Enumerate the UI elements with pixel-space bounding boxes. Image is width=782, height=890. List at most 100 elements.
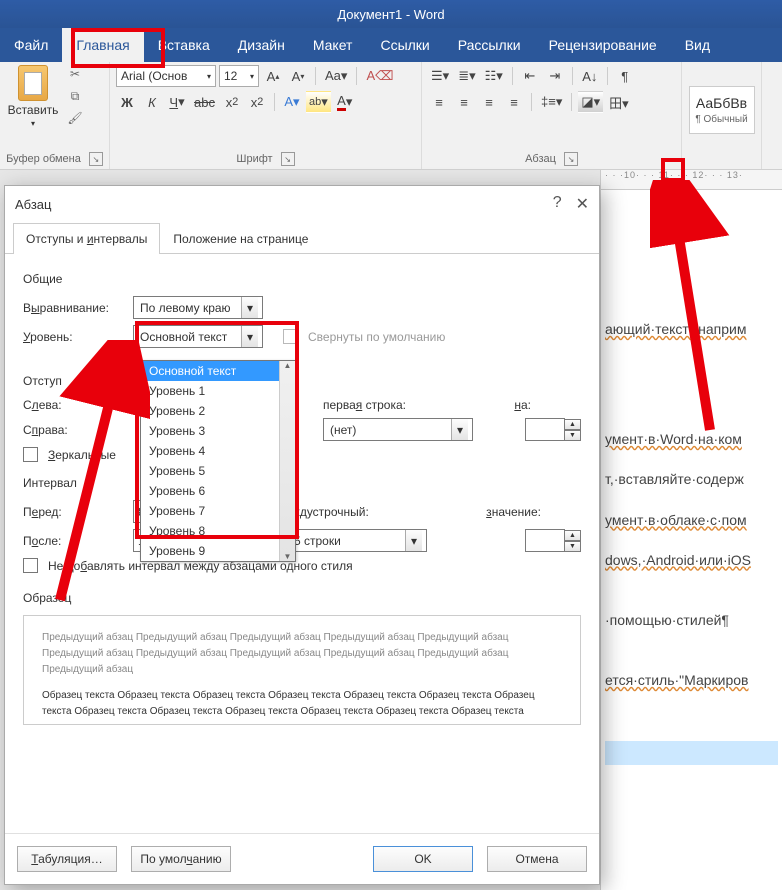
- dropdown-option[interactable]: Уровень 9: [141, 541, 295, 561]
- chevron-down-icon: ▾: [241, 297, 258, 318]
- align-center-icon[interactable]: ≡: [453, 91, 475, 113]
- section-spacing: Интервал: [23, 476, 581, 490]
- paste-button[interactable]: Вставить ▾: [6, 65, 60, 128]
- tab-mailings[interactable]: Рассылки: [444, 28, 535, 62]
- increase-indent-icon[interactable]: ⇥: [544, 65, 566, 87]
- group-paragraph: ☰▾ ≣▾ ☷▾ ⇤ ⇥ A↓ ¶ ≡ ≡ ≡ ≡ ‡≡▾ ◪▾ 田▾: [422, 62, 682, 169]
- by-spinner[interactable]: ▲▼: [525, 418, 581, 441]
- multilevel-icon[interactable]: ☷▾: [482, 65, 506, 87]
- decrease-indent-icon[interactable]: ⇤: [519, 65, 541, 87]
- ok-button[interactable]: OK: [373, 846, 473, 872]
- preview-box: Предыдущий абзац Предыдущий абзац Предыд…: [23, 615, 581, 725]
- tab-view[interactable]: Вид: [671, 28, 724, 62]
- sort-icon[interactable]: A↓: [579, 65, 601, 87]
- dropdown-option[interactable]: Уровень 5: [141, 461, 295, 481]
- close-button[interactable]: ✕: [576, 194, 589, 214]
- subscript-icon[interactable]: x2: [221, 91, 243, 113]
- line-value-spinner[interactable]: ▲▼: [525, 529, 581, 552]
- chevron-down-icon: ▾: [451, 419, 468, 440]
- document-text: ающий·текст·(наприм умент·в·Word·на·ком …: [601, 190, 782, 775]
- tab-layout[interactable]: Макет: [299, 28, 367, 62]
- cancel-button[interactable]: Отмена: [487, 846, 587, 872]
- justify-icon[interactable]: ≡: [503, 91, 525, 113]
- spinner-down-icon[interactable]: ▼: [565, 430, 581, 441]
- document-area[interactable]: · · ·10· · · 11· · · 12· · · 13· ающий·т…: [600, 170, 782, 890]
- after-label: После:: [23, 534, 123, 548]
- collapsed-label: Свернуты по умолчанию: [308, 330, 445, 344]
- section-general: Общие: [23, 272, 581, 286]
- level-select[interactable]: Основной текст ▾: [133, 325, 263, 348]
- dialog-tab-indents[interactable]: Отступы и интервалы: [13, 223, 160, 254]
- level-dropdown[interactable]: Основной текст Уровень 1 Уровень 2 Урове…: [140, 360, 296, 562]
- dropdown-option[interactable]: Уровень 1: [141, 381, 295, 401]
- font-dialog-launcher[interactable]: ↘: [281, 152, 295, 166]
- dropdown-option[interactable]: Основной текст: [141, 361, 295, 381]
- dialog-tab-position[interactable]: Положение на странице: [160, 223, 321, 254]
- tab-file[interactable]: Файл: [0, 28, 62, 62]
- mirror-checkbox[interactable]: [23, 447, 38, 462]
- format-painter-icon[interactable]: 🖌: [66, 109, 84, 127]
- line-spacing-select[interactable]: 1,5 строки ▾: [277, 529, 427, 552]
- dropdown-option[interactable]: Уровень 3: [141, 421, 295, 441]
- tab-references[interactable]: Ссылки: [366, 28, 443, 62]
- right-label: Справа:: [23, 423, 123, 437]
- default-button[interactable]: По умолчанию: [131, 846, 231, 872]
- paragraph-dialog-launcher[interactable]: ↘: [564, 152, 578, 166]
- value-label: значение:: [486, 505, 541, 519]
- strikethrough-icon[interactable]: abc: [191, 91, 218, 113]
- tabs-button[interactable]: Табуляция…: [17, 846, 117, 872]
- text-effects-icon[interactable]: A▾: [281, 91, 303, 113]
- italic-icon[interactable]: К: [141, 91, 163, 113]
- clear-formatting-icon[interactable]: A⌫: [363, 65, 396, 87]
- section-preview: Образец: [23, 591, 581, 605]
- firstline-select[interactable]: (нет) ▾: [323, 418, 473, 441]
- tab-insert[interactable]: Вставка: [144, 28, 224, 62]
- font-color-icon[interactable]: A▾: [334, 91, 356, 113]
- align-left-icon[interactable]: ≡: [428, 91, 450, 113]
- before-label: Перед:: [23, 505, 123, 519]
- font-size-select[interactable]: 12▾: [219, 65, 259, 87]
- change-case-icon[interactable]: Aa▾: [322, 65, 350, 87]
- tab-design[interactable]: Дизайн: [224, 28, 299, 62]
- group-clipboard: Вставить ▾ ✂ ⧉ 🖌 Буфер обмена ↘: [0, 62, 110, 169]
- spinner-up-icon[interactable]: ▲: [565, 419, 581, 430]
- dropdown-option[interactable]: Уровень 4: [141, 441, 295, 461]
- cut-icon[interactable]: ✂: [66, 65, 84, 83]
- underline-icon[interactable]: Ч▾: [166, 91, 188, 113]
- group-styles: АаБбВв ¶ Обычный: [682, 62, 762, 169]
- shading-icon[interactable]: ◪▾: [578, 91, 603, 113]
- font-name-select[interactable]: Arial (Основ▾: [116, 65, 216, 87]
- dropdown-option[interactable]: Уровень 2: [141, 401, 295, 421]
- no-space-checkbox[interactable]: [23, 558, 38, 573]
- ruler[interactable]: · · ·10· · · 11· · · 12· · · 13·: [601, 170, 782, 190]
- spinner-up-icon[interactable]: ▲: [565, 530, 581, 541]
- borders-icon[interactable]: 田▾: [606, 91, 632, 113]
- clipboard-dialog-launcher[interactable]: ↘: [89, 152, 103, 166]
- dropdown-option[interactable]: Уровень 8: [141, 521, 295, 541]
- show-marks-icon[interactable]: ¶: [614, 65, 636, 87]
- help-button[interactable]: ?: [553, 194, 562, 214]
- spinner-down-icon[interactable]: ▼: [565, 541, 581, 552]
- dropdown-scrollbar[interactable]: ▲▼: [279, 361, 295, 561]
- style-normal[interactable]: АаБбВв ¶ Обычный: [689, 86, 755, 134]
- bullets-icon[interactable]: ☰▾: [428, 65, 452, 87]
- copy-icon[interactable]: ⧉: [66, 87, 84, 105]
- collapsed-checkbox[interactable]: [283, 329, 298, 344]
- numbering-icon[interactable]: ≣▾: [455, 65, 478, 87]
- align-right-icon[interactable]: ≡: [478, 91, 500, 113]
- highlight-icon[interactable]: ab▾: [306, 91, 331, 113]
- paste-label: Вставить: [8, 103, 59, 117]
- tab-home[interactable]: Главная: [62, 28, 143, 62]
- dropdown-option[interactable]: Уровень 7: [141, 501, 295, 521]
- ribbon: Вставить ▾ ✂ ⧉ 🖌 Буфер обмена ↘ Arial (О…: [0, 62, 782, 170]
- align-select[interactable]: По левому краю ▾: [133, 296, 263, 319]
- tab-review[interactable]: Рецензирование: [535, 28, 671, 62]
- line-spacing-icon[interactable]: ‡≡▾: [538, 91, 565, 113]
- firstline-label: первая строка:: [323, 398, 406, 412]
- dropdown-option[interactable]: Уровень 6: [141, 481, 295, 501]
- bold-icon[interactable]: Ж: [116, 91, 138, 113]
- increase-font-icon[interactable]: A▴: [262, 65, 284, 87]
- align-label: Выравнивание:: [23, 301, 123, 315]
- decrease-font-icon[interactable]: A▾: [287, 65, 309, 87]
- superscript-icon[interactable]: x2: [246, 91, 268, 113]
